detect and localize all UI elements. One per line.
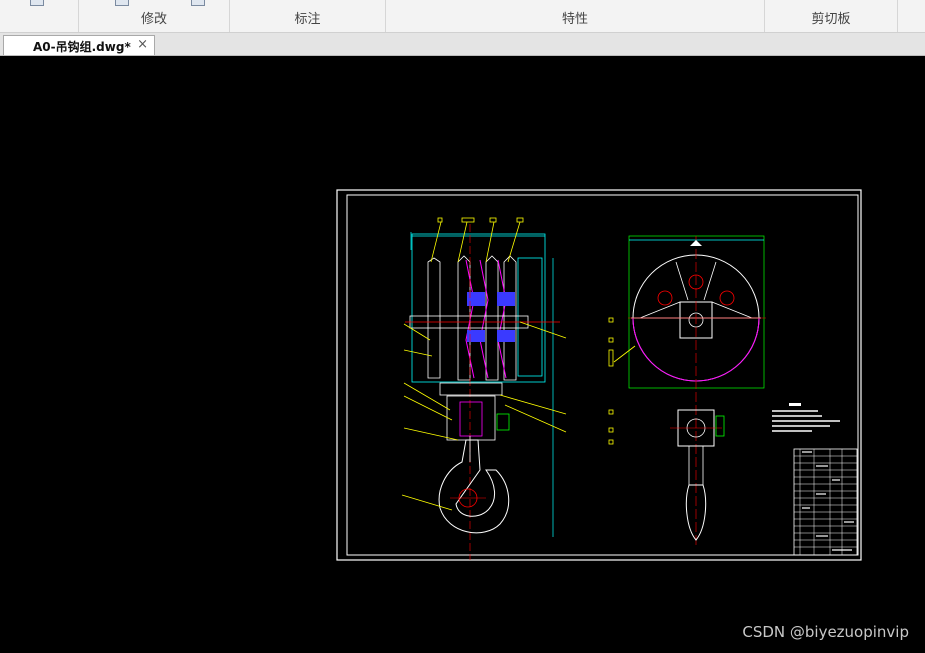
leader <box>507 221 521 263</box>
ribbon-toolbar: 修改 标注 特性 剪切板 <box>0 0 925 33</box>
balloon <box>489 217 497 223</box>
balloon <box>516 217 524 223</box>
watermark: CSDN @biyezuopinvip <box>742 623 909 641</box>
spoke <box>639 301 681 319</box>
ribbon-tool-icon[interactable] <box>191 0 205 6</box>
leader <box>499 394 567 415</box>
balloon <box>461 217 475 223</box>
sheet-inner-frame <box>346 194 859 556</box>
leader <box>613 345 636 363</box>
hatch-line <box>497 259 507 379</box>
outline-block <box>411 233 546 383</box>
leader <box>485 221 495 263</box>
fastener <box>715 415 725 437</box>
balloon <box>608 427 614 433</box>
sheave <box>503 255 517 381</box>
ribbon-group-left-edge <box>0 0 79 32</box>
bearing <box>497 330 515 342</box>
lifting-eye <box>690 240 702 246</box>
document-tab-label[interactable]: A0-吊钩组.dwg* <box>33 38 131 55</box>
document-tab[interactable]: A0-吊钩组.dwg* × <box>3 35 155 55</box>
fastener <box>496 413 510 431</box>
view-bounding-box <box>628 235 765 389</box>
spoke <box>675 261 689 301</box>
technical-notes <box>772 403 840 432</box>
leader <box>403 395 453 421</box>
balloon <box>608 349 614 367</box>
leader <box>519 321 567 339</box>
leader <box>401 494 453 511</box>
spoke <box>711 301 753 319</box>
ribbon-group-label-clipboard[interactable]: 剪切板 <box>765 8 897 27</box>
balloon <box>608 337 614 343</box>
notes-heading <box>789 403 801 406</box>
bearing <box>497 292 515 306</box>
thrust-bearing <box>459 401 483 437</box>
front-section-view <box>401 217 567 560</box>
sheave <box>427 257 441 379</box>
title-block-frame <box>793 448 858 556</box>
hook-nut-housing <box>446 395 496 441</box>
notes-lines <box>772 410 840 432</box>
title-block-text-marks <box>802 451 854 551</box>
leader <box>403 382 451 411</box>
ribbon-group-label-properties[interactable]: 特性 <box>386 8 764 27</box>
ribbon-tool-icon[interactable] <box>115 0 129 6</box>
hatch-line <box>479 259 489 379</box>
side-plate <box>517 257 543 377</box>
close-icon[interactable]: × <box>137 37 148 52</box>
balloon <box>437 217 443 223</box>
cross-bar <box>439 382 503 396</box>
leader <box>403 323 431 341</box>
side-view <box>608 235 766 545</box>
balloon <box>608 317 614 323</box>
leader <box>403 427 459 441</box>
ribbon-group-clipboard: 剪切板 <box>765 0 898 32</box>
sheave <box>485 255 499 381</box>
leader-lines <box>401 217 567 511</box>
hole <box>657 290 673 306</box>
ribbon-group-properties: 特性 <box>386 0 765 32</box>
leader <box>430 221 442 263</box>
document-tab-bar: A0-吊钩组.dwg* × <box>0 33 925 56</box>
leader <box>457 221 468 263</box>
ribbon-tool-icon[interactable] <box>30 0 44 6</box>
cad-drawing <box>336 189 862 561</box>
ribbon-group-label-annotate[interactable]: 标注 <box>230 8 385 27</box>
spoke <box>703 261 717 301</box>
ribbon-group-modify: 修改 <box>79 0 230 32</box>
drawing-canvas[interactable]: CSDN @biyezuopinvip <box>0 56 925 653</box>
balloon <box>608 409 614 415</box>
hole <box>719 290 735 306</box>
hook <box>438 439 510 534</box>
leader-lines <box>608 317 636 445</box>
title-block-grid <box>794 449 857 555</box>
ribbon-group-label-modify[interactable]: 修改 <box>79 8 229 27</box>
sheave <box>457 255 471 381</box>
ribbon-group-annotate: 标注 <box>230 0 386 32</box>
balloon <box>608 439 614 445</box>
bearings <box>467 292 515 342</box>
title-block <box>793 448 858 556</box>
sheet-outer-frame <box>336 189 862 561</box>
leader <box>504 404 567 433</box>
